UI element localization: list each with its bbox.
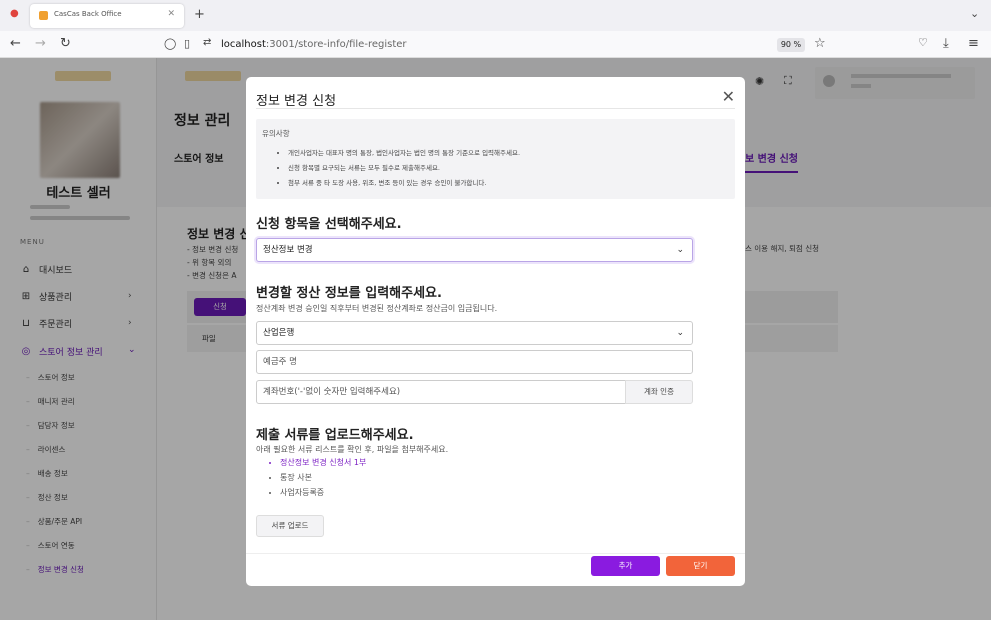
add-button[interactable]: 추가 [591,556,660,576]
account-number-input[interactable]: 계좌번호('-'없이 숫자만 입력해주세요) [256,380,626,404]
bank-select[interactable]: 산업은행 ⌄ [256,321,693,345]
url-path: :3001/store-info/file-register [265,39,407,50]
notice-item: 신청 항목별 요구되는 서류는 모두 필수로 제출해주세요. [288,162,520,172]
forward-icon[interactable]: → [35,37,46,50]
chevron-down-icon: ⌄ [676,328,684,338]
notice-heading: 유의사항 [262,129,290,138]
required-docs-list: 정산정보 변경 신청서 1부 통장 사본 사업자등록증 [280,457,366,502]
doc-item: 통장 사본 [280,472,366,483]
bank-value: 산업은행 [263,328,295,338]
zoom-level[interactable]: 90 % [777,38,805,52]
browser-tab-bar: ● CasCas Back Office ✕ + ⌄ [0,0,991,31]
reload-icon[interactable]: ↻ [60,37,71,50]
menu-icon[interactable]: ≡ [968,37,979,50]
shield-icon[interactable]: ◯ [164,38,176,49]
divider [256,108,735,109]
browser-tab[interactable]: CasCas Back Office ✕ [30,4,184,28]
tab-list-icon[interactable]: ⌄ [970,8,979,19]
notice-list: 개인사업자는 대표자 명의 통장, 법인사업자는 법인 명의 통장 기준으로 입… [288,147,520,192]
section-subtext-docs: 아래 필요한 서류 리스트를 확인 후, 파일을 첨부해주세요. [256,445,449,454]
permissions-icon[interactable]: ⇄ [203,38,211,48]
bookmark-star-icon[interactable]: ☆ [814,37,826,50]
section-heading-settlement: 변경할 정산 정보를 입력해주세요. [256,286,442,301]
close-icon[interactable]: ✕ [722,87,735,106]
account-holder-input[interactable]: 예금주 명 [256,350,693,374]
back-icon[interactable]: ← [10,37,21,50]
verify-account-button[interactable]: 계좌 인증 [625,380,693,404]
download-icon[interactable]: ⤓ [943,37,949,50]
request-type-select[interactable]: 정산정보 변경 ⌄ [256,238,693,262]
notice-item: 첨부 서류 중 타 도장 사용, 위조, 변조 등이 있는 경우 승인이 불가합… [288,177,520,187]
modal-title: 정보 변경 신청 [256,94,337,109]
tab-title: CasCas Back Office [54,10,122,18]
change-request-modal: 정보 변경 신청 ✕ 유의사항 개인사업자는 대표자 명의 통장, 법인사업자는… [246,77,745,586]
browser-nav-bar: ← → ↻ ◯ ▯ ⇄ ☆ ♡ ⤓ ≡ [0,31,991,58]
pocket-icon[interactable]: ♡ [918,37,928,48]
doc-item: 정산정보 변경 신청서 1부 [280,457,366,468]
new-tab-icon[interactable]: + [194,8,205,21]
request-type-value: 정산정보 변경 [263,245,313,255]
close-tab-icon[interactable]: ✕ [167,9,175,19]
url-host: localhost [221,39,266,50]
notice-item: 개인사업자는 대표자 명의 통장, 법인사업자는 법인 명의 통장 기준으로 입… [288,147,520,157]
address-bar[interactable]: localhost:3001/store-info/file-register [221,39,407,50]
section-heading-docs: 제출 서류를 업로드해주세요. [256,428,414,443]
doc-item: 사업자등록증 [280,487,366,498]
upload-docs-button[interactable]: 서류 업로드 [256,515,324,537]
chevron-down-icon: ⌄ [676,245,684,255]
page-icon: ▯ [184,37,191,50]
favicon-icon [39,11,48,20]
close-button[interactable]: 닫기 [666,556,735,576]
section-subtext-settlement: 정산계좌 변경 승인일 직후부터 변경된 정산계좌로 정산금이 입금됩니다. [256,304,498,313]
notice-box: 유의사항 개인사업자는 대표자 명의 통장, 법인사업자는 법인 명의 통장 기… [256,119,735,199]
section-heading-type: 신청 항목을 선택해주세요. [256,217,402,232]
divider [246,553,745,554]
window-control-icon[interactable]: ● [10,9,19,19]
